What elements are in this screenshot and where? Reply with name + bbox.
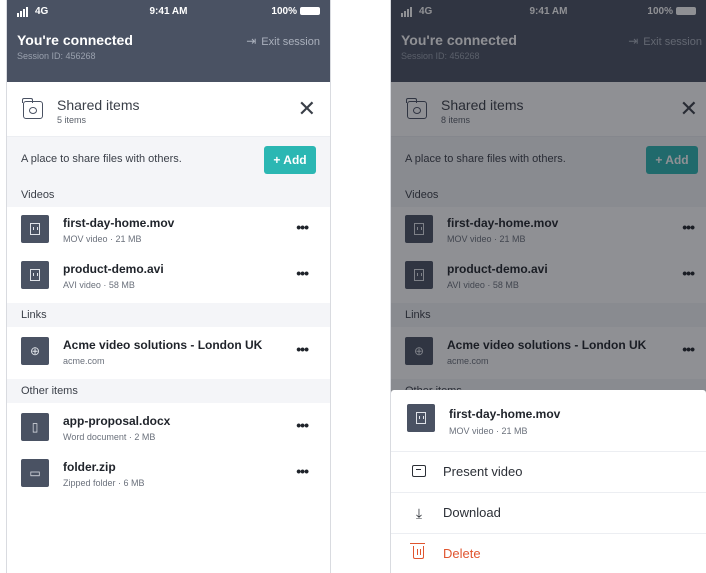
- action-label: Delete: [443, 546, 481, 561]
- video-file-icon: [407, 404, 435, 432]
- more-icon[interactable]: •••: [296, 463, 309, 479]
- battery-icon: [300, 7, 320, 16]
- item-name: Acme video solutions - London UK: [63, 338, 263, 352]
- status-bar: 4G 9:41 AM 100%: [17, 6, 320, 20]
- item-count: 5 items: [57, 115, 87, 125]
- item-name: first-day-home.mov: [63, 216, 175, 230]
- add-button[interactable]: + Add: [264, 146, 316, 174]
- action-label: Download: [443, 505, 501, 520]
- session-header: 4G 9:41 AM 100% You're connected Session…: [7, 0, 330, 82]
- more-icon[interactable]: •••: [296, 341, 309, 357]
- section-header-videos: Videos: [7, 183, 330, 207]
- connection-title: You're connected: [17, 32, 133, 48]
- phone-screen-shared-items: 4G 9:41 AM 100% You're connected Session…: [6, 0, 331, 573]
- exit-icon: ⇥: [246, 34, 257, 48]
- close-icon[interactable]: ✕: [298, 98, 316, 120]
- present-video-action[interactable]: Present video: [391, 451, 706, 491]
- exit-session-label: Exit session: [261, 36, 320, 48]
- menu-file-meta: MOV video · 21 MB: [449, 426, 528, 436]
- item-name: product-demo.avi: [63, 262, 164, 276]
- item-meta: MOV video · 21 MB: [63, 234, 142, 244]
- list-item[interactable]: first-day-home.mov MOV video · 21 MB •••: [7, 207, 330, 253]
- more-icon[interactable]: •••: [296, 265, 309, 281]
- section-label: Links: [21, 309, 47, 321]
- video-file-icon: [21, 215, 49, 243]
- section-header-links: Links: [7, 303, 330, 327]
- section-header-other: Other items: [7, 379, 330, 403]
- more-icon[interactable]: •••: [296, 219, 309, 235]
- exit-session-button[interactable]: ⇥ Exit session: [246, 34, 320, 48]
- menu-file-name: first-day-home.mov: [449, 407, 561, 421]
- present-icon: [412, 465, 426, 477]
- list-item[interactable]: product-demo.avi AVI video · 58 MB •••: [7, 253, 330, 299]
- delete-action[interactable]: Delete: [391, 533, 706, 573]
- section-label: Other items: [21, 385, 78, 397]
- zip-folder-icon: ▭: [21, 459, 49, 487]
- download-action[interactable]: ⤓ Download: [391, 492, 706, 532]
- item-name: folder.zip: [63, 460, 116, 474]
- sheet-header: Shared items 5 items ✕: [7, 85, 330, 137]
- phone-screen-item-menu: 4G 9:41 AM 100% You're connected Session…: [390, 0, 706, 573]
- folder-icon: [22, 98, 43, 119]
- item-meta: Word document · 2 MB: [63, 432, 156, 442]
- battery-percent: 100%: [271, 6, 297, 17]
- item-action-menu: first-day-home.mov MOV video · 21 MB Pre…: [391, 390, 706, 573]
- globe-icon: ⊕: [21, 337, 49, 365]
- item-meta: acme.com: [63, 356, 105, 366]
- section-label: Videos: [21, 189, 55, 201]
- list-item[interactable]: ▯ app-proposal.docx Word document · 2 MB…: [7, 405, 330, 451]
- video-file-icon: [21, 261, 49, 289]
- description-row: A place to share files with others. + Ad…: [7, 137, 330, 183]
- more-icon[interactable]: •••: [296, 417, 309, 433]
- session-id: Session ID: 456268: [17, 51, 96, 61]
- item-name: app-proposal.docx: [63, 414, 171, 428]
- description-text: A place to share files with others.: [21, 153, 182, 165]
- download-icon: ⤓: [415, 505, 423, 521]
- battery-indicator: 100%: [271, 6, 320, 17]
- item-meta: Zipped folder · 6 MB: [63, 478, 145, 488]
- document-icon: ▯: [21, 413, 49, 441]
- list-item[interactable]: ▭ folder.zip Zipped folder · 6 MB •••: [7, 451, 330, 497]
- trash-icon: [410, 543, 425, 559]
- menu-file-header: first-day-home.mov MOV video · 21 MB: [391, 390, 706, 448]
- item-meta: AVI video · 58 MB: [63, 280, 135, 290]
- list-item[interactable]: ⊕ Acme video solutions - London UK acme.…: [7, 329, 330, 375]
- sheet-title: Shared items: [57, 97, 140, 113]
- shared-items-sheet: Shared items 5 items ✕ A place to share …: [7, 85, 330, 573]
- action-label: Present video: [443, 464, 523, 479]
